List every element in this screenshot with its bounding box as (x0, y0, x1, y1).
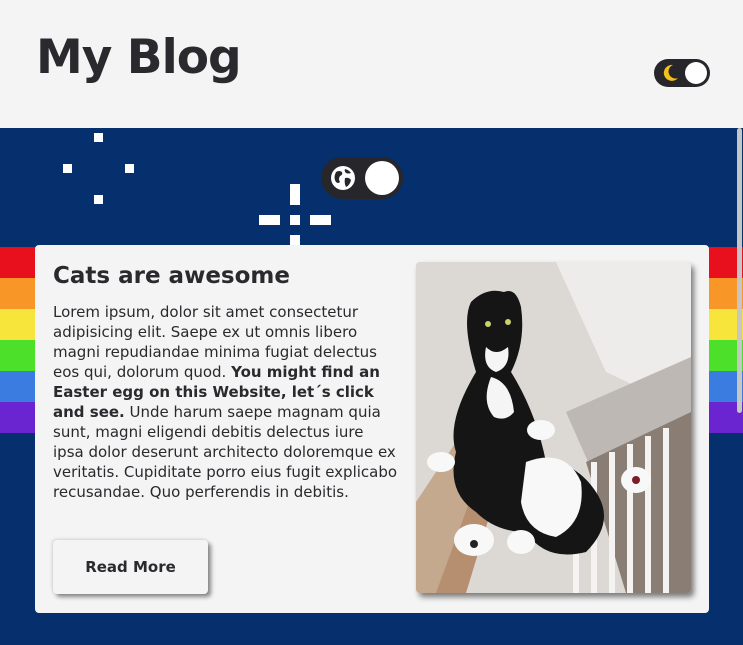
star-decoration (125, 164, 134, 173)
globe-icon (331, 166, 355, 190)
site-title: My Blog (36, 30, 242, 85)
scrollbar-thumb[interactable] (737, 128, 742, 413)
star-decoration (94, 195, 103, 204)
star-decoration (259, 215, 280, 225)
page-scrollbar[interactable] (736, 128, 743, 413)
read-more-button[interactable]: Read More (53, 540, 208, 594)
cat-illustration (416, 262, 691, 593)
language-toggle[interactable] (321, 157, 403, 199)
rainbow-stripe-left (0, 247, 40, 433)
star-decoration (290, 184, 300, 205)
star-decoration (310, 215, 331, 225)
star-decoration (290, 235, 300, 245)
post-title: Cats are awesome (53, 263, 290, 289)
toggle-knob (685, 62, 707, 84)
site-header: My Blog (0, 0, 743, 128)
dark-mode-toggle[interactable] (654, 59, 710, 87)
post-image-cat (416, 262, 691, 593)
star-decoration (63, 164, 72, 173)
star-decoration (290, 215, 300, 225)
post-excerpt: Lorem ipsum, dolor sit amet consectetur … (53, 302, 398, 502)
moon-icon (663, 64, 678, 81)
toggle-knob (365, 161, 399, 195)
star-decoration (94, 133, 103, 142)
